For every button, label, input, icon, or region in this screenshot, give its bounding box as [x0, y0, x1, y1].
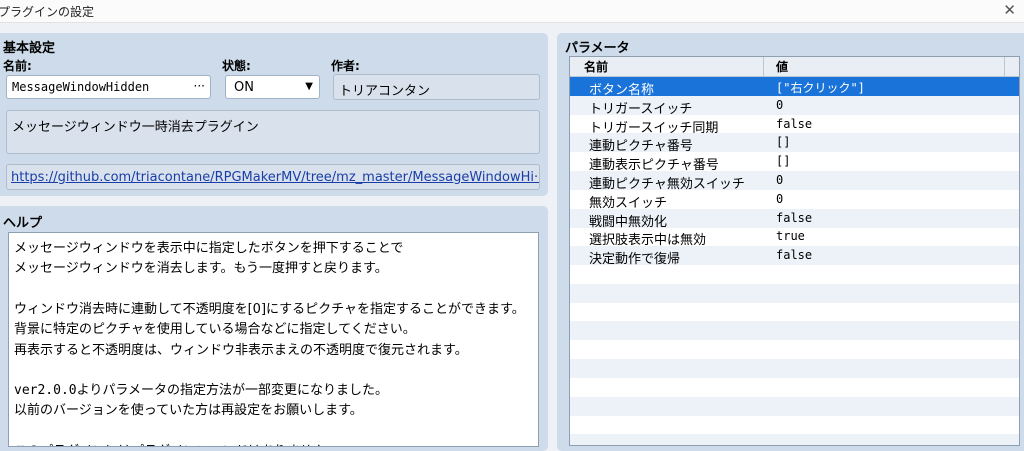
help-line: ver2.0.0よりパラメータの指定方法が一部変更になりました。 — [14, 383, 388, 399]
parameters-table[interactable]: 名前 値 ボタン名称 ["右クリック"] トリガースイッチ 0 トリガースイッチ同期 fa… — [569, 56, 1020, 446]
help-line: 以前のバージョンを使っていた方は再設定をお願いします。 — [14, 403, 363, 419]
empty-row — [570, 378, 1019, 397]
param-value: 0 — [776, 173, 784, 187]
table-row[interactable]: ボタン名称 ["右クリック"] — [570, 77, 1019, 98]
empty-row — [570, 265, 1019, 284]
table-row[interactable]: トリガースイッチ同期 false — [570, 115, 1019, 136]
param-value: [] — [776, 135, 791, 150]
empty-row — [570, 283, 1019, 303]
table-header: 名前 値 — [570, 57, 1019, 77]
table-row[interactable]: 連動表示ピクチャ番号[] — [570, 152, 1019, 173]
description-field: メッセージウィンドウ一時消去プラグイン — [6, 110, 540, 154]
help-line: このプラグインにはプラグインコマンドはありません。 — [14, 440, 339, 446]
table-row[interactable]: 連動ピクチャ番号[] — [570, 133, 1019, 154]
table-row[interactable]: トリガースイッチ 0 — [570, 95, 1019, 117]
status-label: 状態: — [222, 59, 251, 73]
url-field: https://github.com/triacontane/RPGMakerM… — [6, 164, 540, 190]
author-value: トリアコンタン — [339, 84, 431, 99]
name-label: 名前: — [3, 59, 32, 73]
title-bar: プラグインの設定 ✕ — [0, 0, 1024, 23]
parameters-title: パラメータ — [565, 41, 630, 56]
status-select[interactable]: ON ▼ — [225, 75, 320, 99]
param-value: [] — [776, 154, 791, 169]
name-field[interactable]: MessageWindowHidden ··· — [6, 75, 211, 99]
help-line: ウィンドウ消去時に連動して不透明度を[0]にするピクチャを指定することができます… — [14, 301, 525, 317]
empty-row — [570, 415, 1019, 434]
basic-settings-title: 基本設定 — [3, 41, 56, 56]
empty-row — [570, 321, 1019, 341]
empty-row — [570, 340, 1019, 359]
help-line: 背景に特定のピクチャを使用している場合などに指定してください。 — [14, 322, 416, 338]
empty-row — [570, 359, 1019, 378]
basic-settings-panel: 基本設定 名前: MessageWindowHidden ··· 状態: ON … — [0, 33, 548, 196]
author-field: トリアコンタン — [333, 74, 540, 100]
help-line: 再表示すると不透明度は、ウィンドウ非表示まえの不透明度で復元されます。 — [14, 342, 468, 358]
table-row[interactable]: 選択肢表示中は無効 true — [570, 227, 1019, 248]
help-line: メッセージウィンドウを表示中に指定したボタンを押下することで — [14, 241, 404, 256]
name-browse-button[interactable]: ··· — [194, 79, 205, 93]
param-value: false — [776, 210, 813, 225]
help-title: ヘルプ — [3, 216, 43, 231]
empty-row — [570, 396, 1019, 416]
column-header-value[interactable]: 値 — [776, 58, 788, 75]
column-header-name[interactable]: 名前 — [584, 58, 608, 75]
param-value: 0 — [776, 97, 784, 112]
param-value: false — [776, 116, 813, 131]
param-value: false — [776, 248, 813, 263]
param-value: true — [776, 229, 805, 244]
empty-row — [570, 434, 1019, 445]
param-value: 0 — [776, 191, 784, 206]
description-text: メッセージウィンドウ一時消去プラグイン — [12, 120, 259, 135]
status-value: ON — [234, 80, 254, 95]
window-title: プラグインの設定 — [0, 5, 95, 19]
help-line: メッセージウィンドウを消去します。もう一度押すと戻ります。 — [14, 261, 388, 277]
column-divider — [1004, 57, 1005, 76]
table-row[interactable]: 決定動作で復帰 false — [570, 246, 1019, 267]
table-row[interactable]: 無効スイッチ 0 — [570, 190, 1019, 211]
column-divider — [763, 57, 764, 76]
chevron-down-icon: ▼ — [305, 81, 313, 92]
table-row[interactable]: 戦闘中無効化 false — [570, 208, 1019, 230]
table-row[interactable]: 連動ピクチャ無効スイッチ 0 — [570, 171, 1019, 192]
url-link[interactable]: https://github.com/triacontane/RPGMakerM… — [11, 170, 539, 185]
close-icon[interactable]: ✕ — [1003, 1, 1016, 19]
param-value: ["右クリック"] — [776, 81, 865, 95]
help-text-area[interactable]: メッセージウィンドウを表示中に指定したボタンを押下することで メッセージウィンドウ… — [8, 232, 539, 447]
name-value: MessageWindowHidden — [12, 80, 150, 94]
author-label: 作者: — [331, 59, 360, 73]
empty-row — [570, 303, 1019, 322]
